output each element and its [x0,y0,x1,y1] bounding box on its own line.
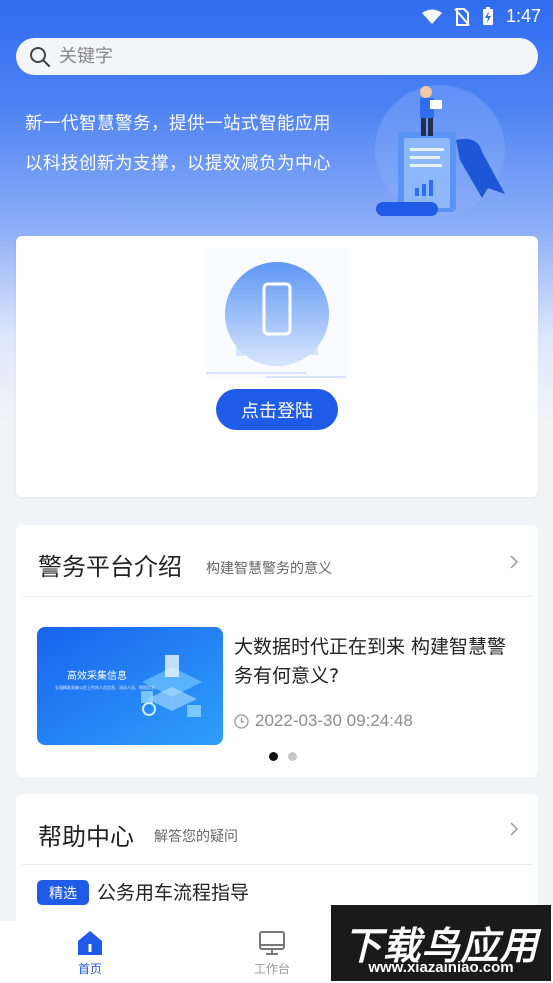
search-bar[interactable] [16,38,538,75]
news-thumbnail[interactable]: 高效采集信息 全面精准采集公民上传的人员信息、流动人员、情报信息 [37,627,223,745]
help-item-vehicle-guide[interactable]: 公务用车流程指导 [97,878,249,905]
hero-illustration-icon [375,85,505,216]
battery-charging-icon [482,7,493,25]
wifi-icon [421,9,442,24]
carousel-dot-2[interactable] [288,752,297,761]
nav-item-workbench[interactable]: 工作台 [254,929,290,977]
home-icon [78,931,102,955]
nav-label-workbench: 工作台 [254,962,291,976]
login-button[interactable]: 点击登陆 [216,389,338,430]
chevron-right-icon[interactable] [508,555,520,569]
carousel-pagination [269,752,297,761]
watermark-url: www.xiazainiao.com [368,959,514,976]
intro-subtitle: 构建智慧警务的意义 [206,561,332,577]
hero-tagline-1: 新一代智慧警务，提供一站式智能应用 [25,114,331,134]
nav-item-home[interactable]: 首页 [76,929,104,977]
news-time-text: 2022-03-30 09:24:48 [255,711,413,730]
login-card: 点击登陆 [16,236,538,497]
clock-icon [234,713,249,729]
news-title[interactable]: 大数据时代正在到来 构建智慧警务有何意义? [234,633,524,691]
help-title: 帮助中心 [38,823,134,851]
thumb-title: 高效采集信息 [67,671,127,682]
search-icon [30,46,51,67]
thumb-caption: 全面精准采集公民上传的人员信息、流动人员、情报信息 [55,685,155,690]
chevron-right-icon[interactable] [508,822,520,836]
status-icons: 1:47 [421,6,541,27]
status-bar: 1:47 [0,0,553,32]
nav-label-home: 首页 [77,962,102,976]
watermark: 下载鸟应用 www.xiazainiao.com [331,905,551,981]
help-divider [22,864,532,865]
status-time: 1:47 [505,6,541,26]
platform-intro-card: 警务平台介绍 构建智慧警务的意义 高效采集信息 全面精准采集公民上传的人员信息、… [16,525,538,777]
intro-title: 警务平台介绍 [38,553,182,581]
search-input[interactable] [57,45,501,68]
news-time: 2022-03-30 09:24:48 [234,711,413,731]
help-subtitle: 解答您的疑问 [154,829,238,845]
intro-divider [22,596,532,597]
phone-illustration-icon [206,248,348,378]
monitor-icon [259,931,285,955]
hero-tagline-2: 以科技创新为支撑，以提效减负为中心 [25,154,331,174]
no-sim-icon [454,7,470,26]
carousel-dot-1[interactable] [269,752,278,761]
featured-badge: 精选 [37,880,89,905]
